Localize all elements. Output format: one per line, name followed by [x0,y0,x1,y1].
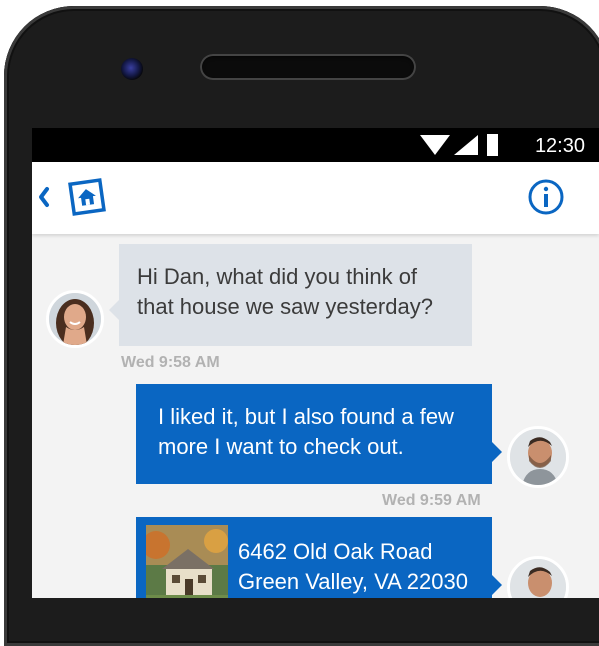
earpiece-speaker [200,54,416,80]
info-circle-icon[interactable] [527,178,565,216]
screen: 12:30 Hi Dan, what did you think of that… [32,128,599,598]
outgoing-message-bubble[interactable]: I liked it, but I also found a few more … [136,384,502,484]
incoming-message-bubble[interactable]: Hi Dan, what did you think of that house… [109,244,472,346]
message-line: more I want to check out. [158,434,404,459]
chat-thread[interactable]: Hi Dan, what did you think of that house… [32,234,599,598]
house-photo [146,525,228,598]
wifi-icon [420,135,450,155]
front-camera [121,58,143,80]
phone-frame: 12:30 Hi Dan, what did you think of that… [0,0,599,646]
status-time: 12:30 [534,135,585,157]
listing-address: 6462 Old Oak Road Green Valley, VA 22030 [238,537,468,597]
message-line: I liked it, but I also found a few [158,404,454,429]
status-bar: 12:30 [32,128,599,162]
user-avatar [507,426,569,488]
app-bar [32,162,599,234]
home-logo-icon[interactable] [68,178,106,216]
address-line-1: 6462 Old Oak Road [238,539,433,564]
message-timestamp: Wed 9:59 AM [382,492,481,509]
agent-avatar [46,290,104,348]
listing-message-card[interactable]: 6462 Old Oak Road Green Valley, VA 22030 [136,517,502,598]
message-line: that house we saw yesterday? [137,294,433,319]
message-timestamp: Wed 9:58 AM [121,354,220,371]
message-line: Hi Dan, what did you think of [137,264,418,289]
user-avatar [507,556,569,598]
chevron-left-icon[interactable] [36,184,52,210]
signal-icon [454,135,478,155]
address-line-2: Green Valley, VA 22030 [238,569,468,594]
battery-icon [487,134,498,156]
